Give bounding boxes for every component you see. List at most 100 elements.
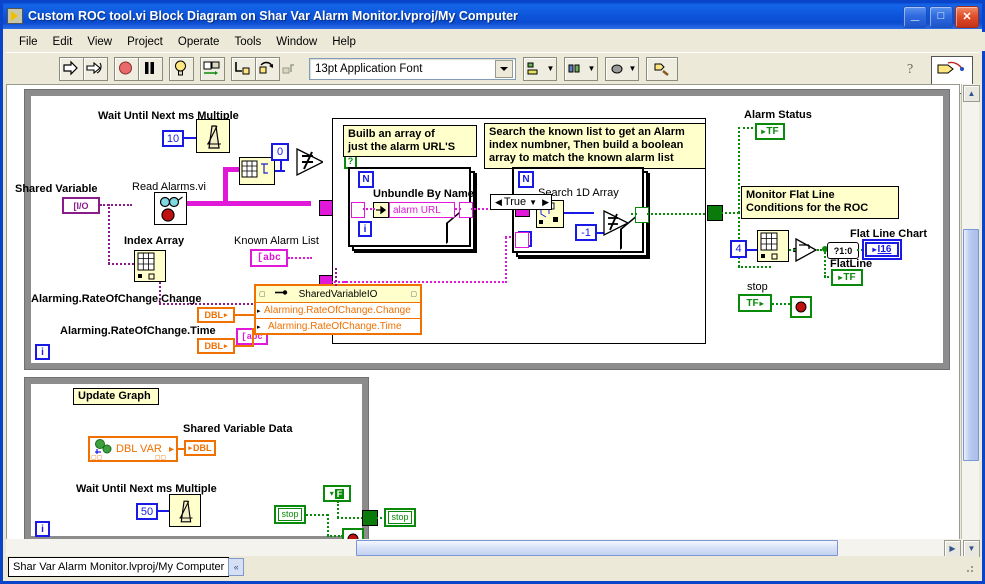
- wire-search-out: [564, 212, 594, 214]
- minus-one-constant[interactable]: -1: [575, 224, 597, 241]
- retain-wire-values-button[interactable]: [200, 56, 225, 81]
- shared-variable-node[interactable]: DBL VAR ▸ ▢▢ ▢▢: [88, 436, 178, 462]
- select-node[interactable]: ?1:0: [827, 242, 859, 259]
- distribute-objects-button[interactable]: ▼: [564, 56, 598, 81]
- horizontal-scrollbar[interactable]: ▶: [6, 539, 962, 557]
- known-alarm-list-label: Known Alarm List: [234, 235, 319, 247]
- pause-button[interactable]: [138, 56, 163, 81]
- vertical-scrollbar[interactable]: ▲ ▼: [961, 84, 980, 558]
- chevron-down-icon[interactable]: ▼: [526, 198, 540, 207]
- four-constant[interactable]: 4: [730, 240, 747, 258]
- menu-help[interactable]: Help: [325, 34, 363, 50]
- top-stop-terminal[interactable]: TF ▸: [738, 294, 772, 312]
- glasses-alarm-icon: [159, 196, 183, 222]
- stop-local-1-text: stop: [278, 508, 302, 521]
- unbundle-element-name[interactable]: alarm URL: [389, 202, 455, 218]
- wait-ms-multiple-node[interactable]: [196, 119, 230, 153]
- run-continuously-button[interactable]: [83, 56, 108, 81]
- case-comment-left: Builb an array of just the alarm URL'S: [343, 125, 477, 157]
- shared-variable-data-terminal[interactable]: ▸ DBL: [184, 440, 216, 456]
- wire-stop-local-down: [327, 514, 329, 536]
- menu-view[interactable]: View: [80, 34, 119, 50]
- case-prev-arrow[interactable]: ◀: [493, 197, 504, 208]
- target-path-box[interactable]: Shar Var Alarm Monitor.lvproj/My Compute…: [8, 557, 230, 577]
- shared-variable-io-input-1[interactable]: ▸ Alarming.RateOfChange.Change: [256, 303, 420, 319]
- read-alarms-vi-node[interactable]: [154, 192, 187, 225]
- target-path-nav-button[interactable]: «: [228, 558, 245, 576]
- menu-project[interactable]: Project: [120, 34, 170, 50]
- top-loop-conditional-terminal[interactable]: [790, 296, 812, 318]
- reorder-button[interactable]: ▼: [605, 56, 639, 81]
- resize-grip[interactable]: [963, 562, 975, 574]
- not-gate-node[interactable]: [792, 237, 821, 268]
- array-size-node[interactable]: [239, 157, 275, 185]
- close-button[interactable]: ✕: [955, 6, 979, 28]
- alarm-status-terminal[interactable]: ▸ TF: [755, 123, 785, 140]
- top-stop-label: stop: [747, 281, 768, 293]
- wire-wait-const: [184, 137, 196, 139]
- roc-change-label: Alarming.RateOfChange.Change: [31, 293, 202, 305]
- stop-sign-icon: [795, 301, 807, 313]
- top-loop-iteration-terminal[interactable]: i: [35, 344, 50, 360]
- zero-constant[interactable]: 0: [271, 143, 289, 161]
- left-forloop-count[interactable]: N: [358, 171, 374, 188]
- right-forloop-count[interactable]: N: [518, 171, 534, 188]
- step-out-button[interactable]: [279, 58, 302, 80]
- false-constant-node[interactable]: ▾ F: [323, 485, 351, 502]
- window-buttons: _ □ ✕: [903, 6, 979, 28]
- run-continuously-icon: [86, 61, 102, 74]
- scroll-right-button[interactable]: ▶: [944, 540, 961, 557]
- shared-variable-io-input-2[interactable]: ▸ Alarming.RateOfChange.Time: [256, 319, 420, 334]
- alarm-status-label: Alarm Status: [744, 109, 812, 121]
- menu-window[interactable]: Window: [269, 34, 324, 50]
- index-array-node[interactable]: [134, 250, 166, 282]
- menu-operate[interactable]: Operate: [171, 34, 227, 50]
- known-alarm-list-terminal[interactable]: [abc: [250, 249, 288, 267]
- stop-local-variable-1[interactable]: stop: [274, 505, 306, 524]
- bottom-loop-iteration-terminal[interactable]: i: [35, 521, 50, 537]
- top-wait-constant[interactable]: 10: [162, 130, 184, 147]
- menu-file[interactable]: File: [12, 34, 45, 50]
- wire-case-bottom-up: [505, 237, 509, 283]
- menu-edit[interactable]: Edit: [46, 34, 80, 50]
- abort-button[interactable]: [114, 56, 139, 81]
- alarm-status-terminal-text: TF: [766, 126, 779, 137]
- bottom-wait-constant[interactable]: 50: [136, 503, 158, 520]
- question-mark-icon: ?: [907, 62, 913, 77]
- case-next-arrow[interactable]: ▶: [540, 197, 551, 208]
- step-over-button[interactable]: [255, 56, 280, 81]
- wire-known-list: [288, 257, 312, 259]
- context-help-button[interactable]: ?: [901, 57, 923, 79]
- flatline-terminal[interactable]: ▸ TF: [831, 269, 863, 286]
- font-selector[interactable]: 13pt Application Font: [309, 57, 516, 80]
- chevron-down-icon[interactable]: [495, 59, 513, 78]
- menu-tools[interactable]: Tools: [227, 34, 268, 50]
- svio-input-1-text: Alarming.RateOfChange.Change: [264, 305, 411, 316]
- align-objects-button[interactable]: ▼: [523, 56, 557, 81]
- shared-variable-terminal[interactable]: [I/O: [62, 197, 100, 214]
- case-selector[interactable]: ◀ True ▼ ▶: [490, 194, 552, 210]
- clean-up-diagram-button[interactable]: [646, 56, 678, 81]
- vertical-scroll-thumb[interactable]: [963, 229, 979, 461]
- scroll-up-button[interactable]: ▲: [963, 85, 980, 102]
- block-diagram-canvas[interactable]: i Wait Until Next ms Multiple 10 Shared …: [6, 84, 960, 560]
- run-button[interactable]: [59, 56, 84, 81]
- stop-local-variable-2[interactable]: stop: [384, 508, 416, 527]
- horizontal-scroll-thumb[interactable]: [356, 540, 838, 556]
- index-array-node-2[interactable]: [757, 230, 789, 262]
- minimize-button[interactable]: _: [903, 6, 927, 28]
- step-into-button[interactable]: [231, 56, 256, 81]
- highlight-execution-button[interactable]: [169, 56, 194, 81]
- flat-line-chart-label: Flat Line Chart: [850, 228, 928, 240]
- bottom-wait-ms-node[interactable]: [169, 494, 201, 527]
- roc-change-terminal[interactable]: DBL ▸: [197, 307, 235, 323]
- shared-variable-io-node[interactable]: ▢ SharedVariableIO ▢ ▸ Alarming.RateOfCh…: [254, 284, 422, 335]
- unbundle-by-name-node[interactable]: [373, 202, 389, 218]
- left-forloop-iteration[interactable]: i: [358, 221, 372, 237]
- not-equal-node-2[interactable]: [602, 209, 632, 242]
- distribute-objects-icon: [568, 64, 580, 72]
- maximize-button[interactable]: □: [929, 6, 953, 28]
- flat-line-chart-terminal[interactable]: ▸ I16: [865, 242, 899, 257]
- roc-time-terminal[interactable]: DBL ▸: [197, 338, 235, 354]
- scroll-down-button[interactable]: ▼: [963, 540, 980, 557]
